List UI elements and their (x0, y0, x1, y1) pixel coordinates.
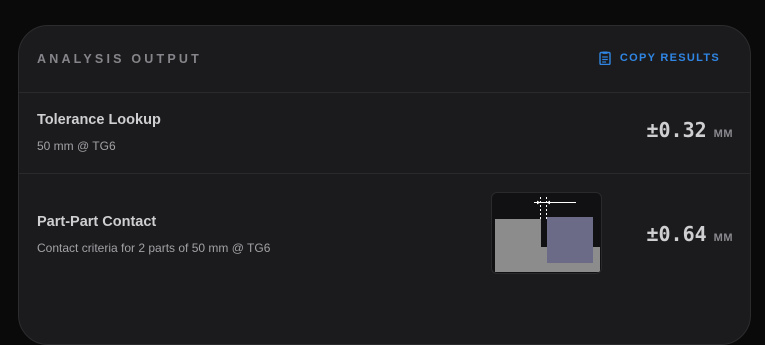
result-subtitle: Contact criteria for 2 parts of 50 mm @ … (37, 241, 271, 255)
panel-title: ANALYSIS OUTPUT (37, 52, 202, 66)
result-value: ±0.32 MM (646, 118, 733, 142)
result-value-number: ±0.64 (646, 222, 707, 246)
result-value: ±0.64 MM (646, 222, 733, 246)
panel-header: ANALYSIS OUTPUT COPY RESULTS (19, 26, 750, 93)
clipboard-icon (599, 51, 611, 65)
result-title: Tolerance Lookup (37, 112, 161, 128)
contact-diagram (491, 192, 602, 274)
result-value-number: ±0.32 (646, 118, 707, 142)
part-b-shape (547, 217, 593, 263)
copy-results-button[interactable]: COPY RESULTS (599, 51, 720, 65)
result-row-tolerance-lookup: Tolerance Lookup 50 mm @ TG6 ±0.32 MM (19, 92, 750, 174)
contact-diagram-graphic (495, 197, 600, 272)
result-row-part-part-contact: Part-Part Contact Contact criteria for 2… (19, 174, 750, 304)
result-value-unit: MM (713, 128, 733, 140)
result-value-unit: MM (713, 232, 733, 244)
copy-results-label: COPY RESULTS (619, 52, 720, 64)
result-subtitle: 50 mm @ TG6 (37, 139, 116, 153)
result-title: Part-Part Contact (37, 214, 157, 230)
analysis-output-panel: ANALYSIS OUTPUT COPY RESULTS Tolerance L… (18, 25, 751, 345)
